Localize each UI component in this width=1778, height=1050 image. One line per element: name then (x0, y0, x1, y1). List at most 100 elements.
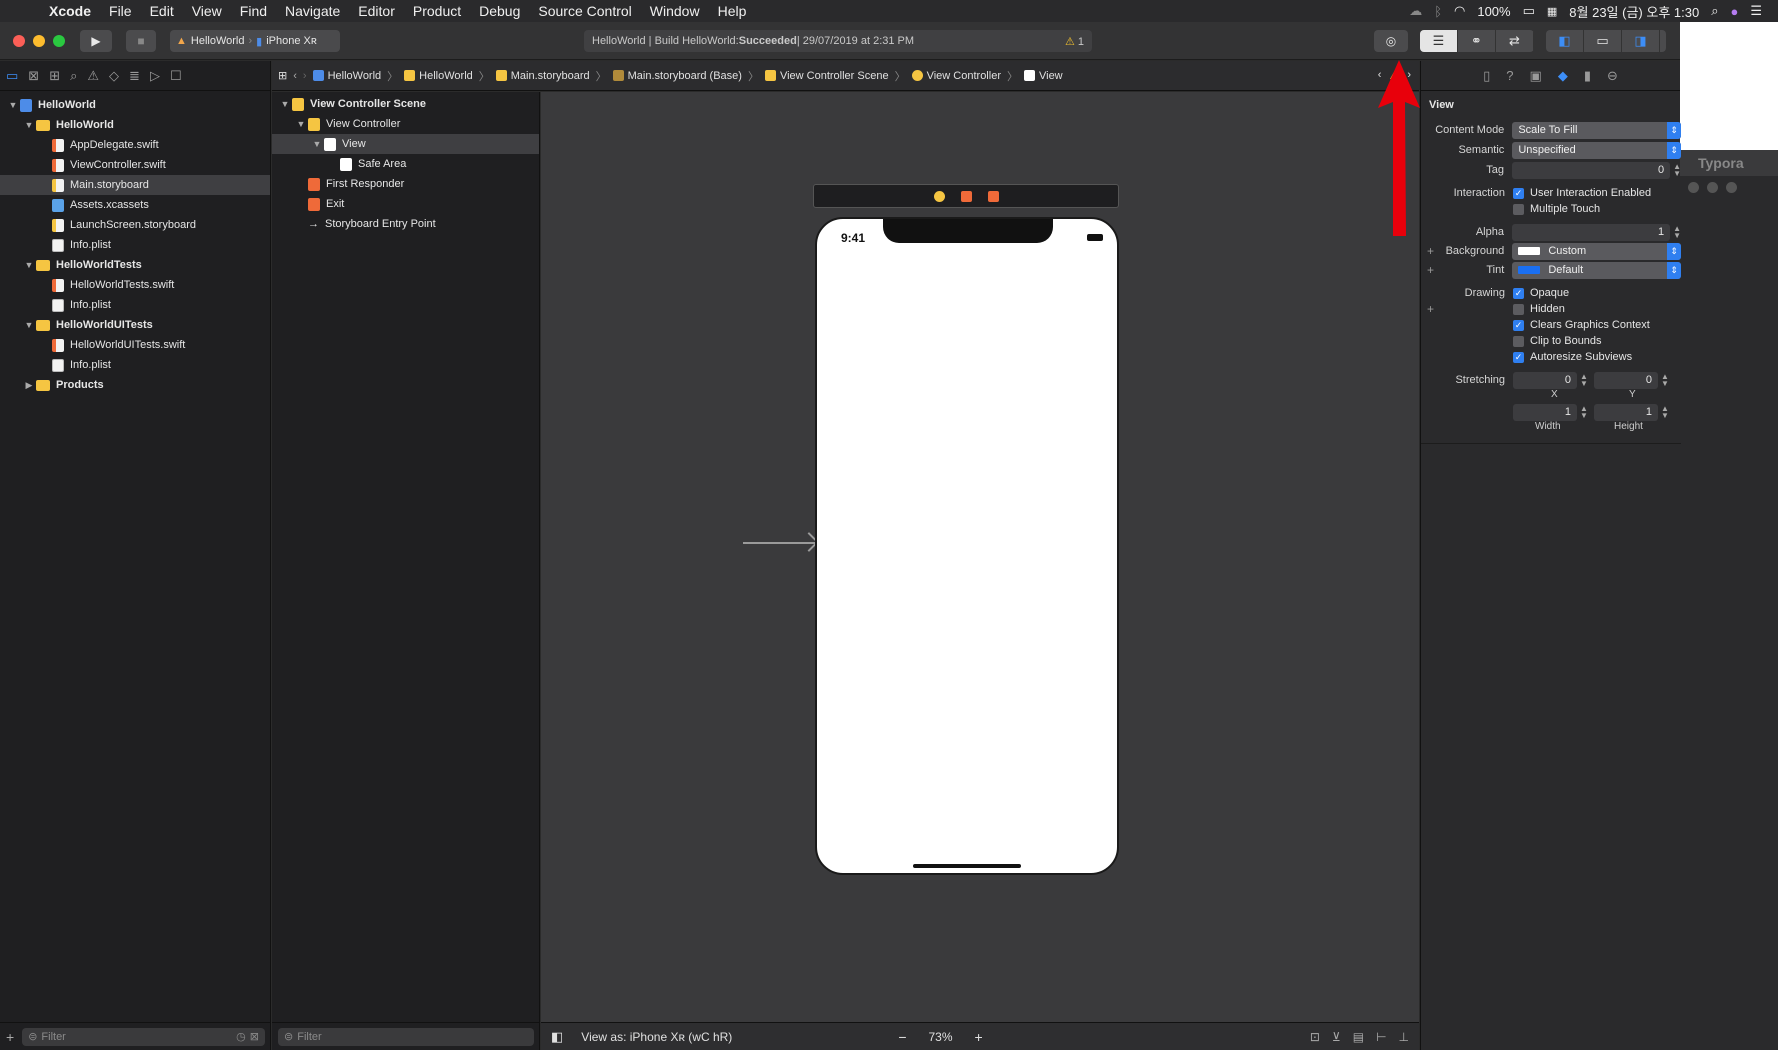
align-icon[interactable]: ▤ (1353, 1030, 1364, 1044)
exit-icon[interactable] (987, 190, 999, 202)
back-icon[interactable]: ‹ (293, 70, 297, 82)
bluetooth-icon[interactable]: ᛒ (1434, 4, 1442, 19)
stretch-y-stepper[interactable]: ▲ ▼ (1661, 373, 1669, 388)
project-navigator-icon[interactable]: ▭ (6, 68, 18, 84)
symbol-navigator-icon[interactable]: ⊞ (49, 68, 60, 84)
autoresize-checkbox[interactable]: ✓ (1513, 351, 1524, 363)
add-icon[interactable]: + (6, 1029, 14, 1045)
forward-icon[interactable]: › (303, 70, 307, 82)
breadcrumb-group[interactable]: HelloWorld (404, 70, 473, 82)
navigator-item[interactable]: Info.plist (0, 235, 270, 255)
alpha-field[interactable]: 1 (1511, 223, 1671, 241)
breadcrumb-project[interactable]: HelloWorld (312, 70, 381, 82)
attributes-inspector-icon[interactable]: ◆ (1558, 68, 1568, 84)
breadcrumb-view-controller[interactable]: View Controller (911, 70, 1001, 82)
pin-icon[interactable]: ⊢ (1376, 1030, 1386, 1044)
wifi-icon[interactable]: ◠ (1454, 3, 1465, 19)
stretch-width-stepper[interactable]: ▲ ▼ (1580, 405, 1588, 420)
spotlight-icon[interactable]: ⌕ (1711, 3, 1718, 19)
breadcrumb-view[interactable]: View (1023, 70, 1063, 82)
embed-in-icon[interactable]: ⊻ (1332, 1030, 1341, 1044)
input-source-icon[interactable]: ▦ (1547, 5, 1557, 18)
scheme-selector[interactable]: ▲ HelloWorld › ▮ iPhone Xʀ (170, 30, 340, 52)
disclosure-triangle-icon[interactable]: ▼ (278, 99, 292, 109)
tint-popup[interactable]: Default (1512, 261, 1681, 279)
menu-help[interactable]: Help (709, 3, 756, 19)
test-navigator-icon[interactable]: ◇ (109, 68, 119, 84)
warning-badge[interactable]: ⚠ 1 (1065, 35, 1084, 48)
standard-editor-icon[interactable]: ☰ (1420, 30, 1458, 52)
connections-inspector-icon[interactable]: ⊖ (1607, 68, 1618, 84)
zoom-level[interactable]: 73% (929, 1030, 953, 1044)
assistant-editor-icon[interactable]: ⚭ (1458, 30, 1496, 52)
outline-item[interactable]: Exit (272, 194, 539, 214)
navigator-item[interactable]: ViewController.swift (0, 155, 270, 175)
navigator-item[interactable]: ▶ Products (0, 375, 270, 395)
zoom-window-button[interactable] (53, 35, 65, 47)
menu-debug[interactable]: Debug (470, 3, 529, 19)
stretch-width-field[interactable]: 1 (1513, 403, 1577, 421)
menu-editor[interactable]: Editor (349, 3, 404, 19)
menu-product[interactable]: Product (404, 3, 470, 19)
related-items-icon[interactable]: ⊞ (278, 69, 287, 82)
outline-item[interactable]: ▼ View Controller Scene (272, 94, 539, 114)
breadcrumb-scene[interactable]: View Controller Scene (764, 70, 889, 82)
hidden-checkbox[interactable] (1513, 303, 1524, 315)
add-variation-icon[interactable]: + (1427, 244, 1434, 258)
inspector-toggle-icon[interactable]: ◨ (1622, 30, 1660, 52)
stretch-x-stepper[interactable]: ▲ ▼ (1580, 373, 1588, 388)
breadcrumb-localization[interactable]: Main.storyboard (Base) (612, 70, 742, 82)
version-editor-icon[interactable]: ⇄ (1496, 30, 1534, 52)
scheme-device[interactable]: iPhone Xʀ (266, 35, 317, 47)
clears-graphics-checkbox[interactable]: ✓ (1513, 319, 1524, 331)
navigator-item[interactable]: Main.storyboard (0, 175, 270, 195)
view-as-button[interactable]: View as: iPhone Xʀ (wC hR) (581, 1030, 732, 1044)
alpha-stepper[interactable]: ▲ ▼ (1673, 225, 1681, 240)
find-navigator-icon[interactable]: ⌕ (70, 68, 77, 84)
navigator-item[interactable]: Info.plist (0, 355, 270, 375)
minimize-window-button[interactable] (33, 35, 45, 47)
debug-area-toggle-icon[interactable]: ▭ (1584, 30, 1622, 52)
disclosure-triangle-icon[interactable]: ▼ (22, 260, 36, 270)
disclosure-triangle-icon[interactable]: ▼ (6, 100, 20, 110)
outline-item[interactable]: → Storyboard Entry Point (272, 214, 539, 234)
notification-center-icon[interactable]: ☰ (1750, 3, 1762, 19)
minimize-icon[interactable] (1707, 182, 1718, 193)
multiple-touch-checkbox[interactable] (1513, 203, 1524, 215)
menu-view[interactable]: View (183, 3, 231, 19)
close-window-button[interactable] (13, 35, 25, 47)
navigator-item[interactable]: ▼ HelloWorld (0, 115, 270, 135)
stretch-x-field[interactable]: 0 (1513, 371, 1577, 389)
outline-item[interactable]: First Responder (272, 174, 539, 194)
menu-window[interactable]: Window (641, 3, 709, 19)
navigator-item[interactable]: ▼ HelloWorldUITests (0, 315, 270, 335)
report-navigator-icon[interactable]: ☐ (170, 68, 182, 84)
navigator-filter-field[interactable]: ⊜ Filter ◷ ⊠ (22, 1027, 265, 1046)
navigator-toggle-icon[interactable]: ◧ (1546, 30, 1584, 52)
menu-find[interactable]: Find (231, 3, 276, 19)
siri-icon[interactable]: ● (1730, 4, 1738, 19)
battery-icon[interactable]: ▭ (1523, 3, 1535, 19)
activity-viewer[interactable]: HelloWorld | Build HelloWorld: Succeeded… (584, 30, 1092, 52)
iphone-view[interactable]: 9:41 (815, 217, 1119, 875)
outline-item[interactable]: Safe Area (272, 154, 539, 174)
first-responder-icon[interactable] (960, 190, 972, 202)
recent-files-icon[interactable]: ◷ (236, 1030, 246, 1043)
file-inspector-icon[interactable]: ▯ (1483, 68, 1490, 84)
stop-button[interactable]: ■ (126, 30, 156, 52)
disclosure-triangle-icon[interactable]: ▼ (294, 119, 308, 129)
navigator-item[interactable]: LaunchScreen.storyboard (0, 215, 270, 235)
add-variation-icon[interactable]: + (1427, 263, 1434, 277)
typora-window[interactable]: Typora (1680, 150, 1778, 1050)
outline-filter-field[interactable]: ⊜ Filter (278, 1027, 534, 1046)
navigator-item[interactable]: HelloWorldUITests.swift (0, 335, 270, 355)
outline-item[interactable]: ▼ View Controller (272, 114, 539, 134)
zoom-out-icon[interactable]: − (898, 1029, 906, 1045)
view-controller-icon[interactable] (933, 190, 945, 202)
debug-navigator-icon[interactable]: ≣ (129, 68, 140, 84)
navigator-item[interactable]: Assets.xcassets (0, 195, 270, 215)
quick-help-icon[interactable]: ? (1506, 68, 1513, 83)
source-control-navigator-icon[interactable]: ⊠ (28, 68, 39, 84)
semantic-popup[interactable]: Unspecified (1512, 141, 1681, 159)
breakpoint-navigator-icon[interactable]: ▷ (150, 68, 160, 84)
